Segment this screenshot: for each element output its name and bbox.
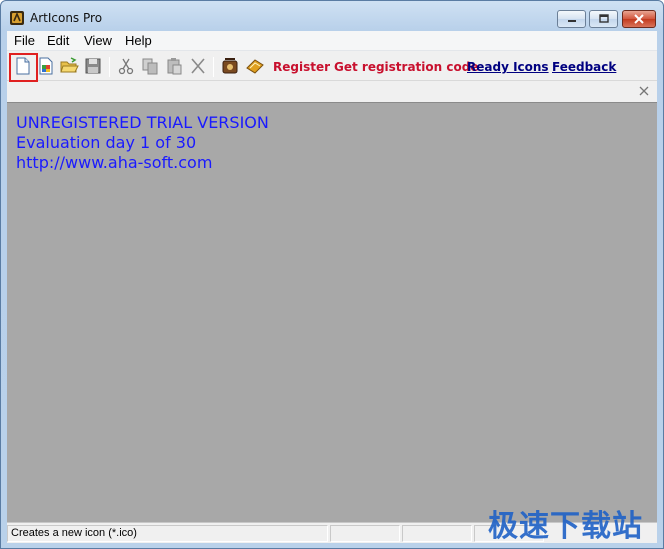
close-document-icon[interactable] bbox=[637, 84, 651, 98]
close-icon bbox=[634, 14, 644, 24]
menu-edit[interactable]: Edit bbox=[47, 33, 69, 48]
evaluation-days: Evaluation day 1 of 30 bbox=[16, 133, 197, 152]
client-area: File Edit View Help Register Get registr… bbox=[7, 31, 657, 543]
status-pane bbox=[402, 525, 472, 542]
toolbar-separator bbox=[109, 57, 110, 77]
status-pane-main: Creates a new icon (*.ico) bbox=[7, 525, 328, 542]
document-tab-bar bbox=[7, 82, 657, 102]
ready-icons-link[interactable]: Ready Icons bbox=[467, 60, 549, 74]
maximize-icon bbox=[598, 14, 609, 23]
title-bar[interactable]: ArtIcons Pro bbox=[1, 1, 663, 31]
menu-view[interactable]: View bbox=[84, 33, 112, 48]
paste-icon[interactable] bbox=[164, 56, 184, 76]
save-icon[interactable] bbox=[83, 56, 103, 76]
articons-app-icon bbox=[10, 11, 24, 25]
feedback-link[interactable]: Feedback bbox=[552, 60, 616, 74]
register-link[interactable]: Register bbox=[273, 60, 330, 74]
new-file-icon[interactable] bbox=[13, 56, 33, 76]
delete-icon[interactable] bbox=[188, 56, 208, 76]
site-watermark: 极速下载站 bbox=[488, 509, 643, 544]
minimize-icon bbox=[567, 20, 576, 22]
cut-icon[interactable] bbox=[116, 56, 136, 76]
menu-bar: File Edit View Help bbox=[7, 31, 657, 51]
new-image-icon[interactable] bbox=[36, 56, 56, 76]
menu-help[interactable]: Help bbox=[125, 33, 152, 48]
status-text: Creates a new icon (*.ico) bbox=[11, 527, 137, 539]
status-pane bbox=[330, 525, 400, 542]
maximize-button[interactable] bbox=[589, 10, 618, 28]
toolbar: Register Get registration code Ready Ico… bbox=[7, 51, 657, 82]
menu-file[interactable]: File bbox=[14, 33, 35, 48]
icon-library-icon[interactable] bbox=[220, 56, 240, 76]
minimize-button[interactable] bbox=[557, 10, 586, 28]
website-url[interactable]: http://www.aha-soft.com bbox=[16, 153, 212, 172]
open-folder-icon[interactable] bbox=[59, 56, 79, 76]
app-window: ArtIcons Pro File Edit View Help Registe… bbox=[0, 0, 664, 549]
copy-icon[interactable] bbox=[140, 56, 160, 76]
trial-notice: UNREGISTERED TRIAL VERSION bbox=[16, 113, 269, 132]
help-book-icon[interactable] bbox=[245, 56, 265, 76]
close-button[interactable] bbox=[622, 10, 656, 28]
workspace: UNREGISTERED TRIAL VERSION Evaluation da… bbox=[7, 102, 657, 522]
toolbar-separator bbox=[213, 57, 214, 77]
get-registration-code-link[interactable]: Get registration code bbox=[334, 60, 478, 74]
window-title: ArtIcons Pro bbox=[30, 11, 103, 25]
